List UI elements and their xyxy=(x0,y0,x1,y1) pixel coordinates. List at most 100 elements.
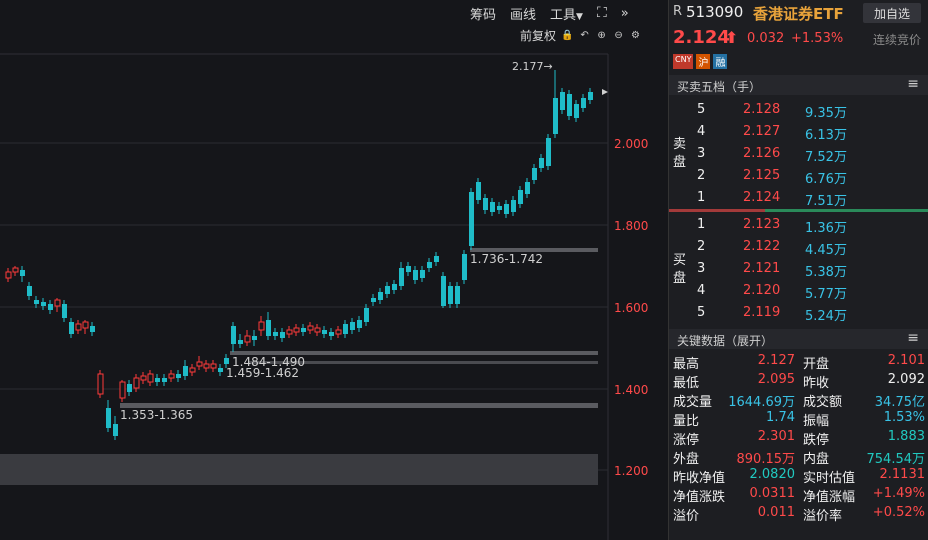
level-volume: 7.52万 xyxy=(805,150,847,165)
tools-menu-label: 工具 xyxy=(550,7,577,23)
fullscreen-icon[interactable]: ⛶ xyxy=(597,5,607,21)
level-volume: 4.45万 xyxy=(805,243,847,258)
range-annotation: 1.459-1.462 xyxy=(226,366,299,380)
candle-body xyxy=(286,329,293,335)
candle-body xyxy=(469,192,474,246)
keydata-value: 1.74 xyxy=(766,410,795,425)
menu-icon[interactable]: ≡ xyxy=(907,330,919,346)
collapse-right-icon[interactable]: » xyxy=(621,6,629,21)
candle-body xyxy=(581,98,586,108)
trading-status: 连续竞价 xyxy=(873,33,922,47)
candle-body xyxy=(168,373,175,379)
add-watchlist-button[interactable]: 加自选 xyxy=(863,3,921,23)
undo-icon[interactable]: ↶ xyxy=(579,30,590,41)
candle-body xyxy=(293,327,300,333)
chart-toolbar: 筹码 画线 工具▼ ⛶ » xyxy=(470,0,668,26)
adjust-mode-button[interactable]: 前复权 xyxy=(520,27,556,44)
lock-icon[interactable]: 🔒 xyxy=(561,30,573,41)
candle-body xyxy=(364,308,369,322)
candle-body xyxy=(588,92,593,100)
candle-body xyxy=(413,270,418,280)
candle-body xyxy=(210,363,217,369)
candle-body xyxy=(350,322,355,330)
level-price: 2.124 xyxy=(743,190,781,205)
bid-row[interactable]: 5 2.119 5.24万 xyxy=(669,302,928,324)
candle-body xyxy=(224,358,229,364)
price-tick-label: 1.600 xyxy=(614,301,648,315)
bid-row[interactable]: 2 2.122 4.45万 xyxy=(669,236,928,258)
menu-icon[interactable]: ≡ xyxy=(907,76,919,92)
keydata-value: +1.49% xyxy=(872,486,925,501)
level-number: 4 xyxy=(697,283,706,298)
keydata-row: 涨停 2.301 跌停 1.883 xyxy=(669,427,928,448)
keydata-value: 1.883 xyxy=(887,429,925,444)
level-volume: 9.35万 xyxy=(805,106,847,121)
keydata-row: 成交量 1644.69万 成交额 34.75亿 xyxy=(669,389,928,410)
candle-body xyxy=(90,326,95,332)
gear-icon[interactable]: ⚙ xyxy=(630,30,641,41)
candle-body xyxy=(258,321,265,331)
keydata-value: 2.127 xyxy=(757,353,795,368)
ask-row[interactable]: 3 2.126 7.52万 xyxy=(669,143,928,165)
level-price: 2.122 xyxy=(743,239,781,254)
price-change-pct: +1.53% xyxy=(791,31,844,46)
ask-row[interactable]: 1 2.124 7.51万 xyxy=(669,187,928,209)
keydata-label: 溢价 xyxy=(673,509,700,524)
keydata-row: 净值涨跌 0.0311 净值涨幅 +1.49% xyxy=(669,484,928,505)
level-price: 2.121 xyxy=(743,261,781,276)
bid-row[interactable]: 1 2.123 1.36万 xyxy=(669,214,928,236)
tools-menu-button[interactable]: 工具▼ xyxy=(550,4,583,23)
price-change: 0.032 xyxy=(747,31,785,46)
ask-row[interactable]: 4 2.127 6.13万 xyxy=(669,121,928,143)
candle-body xyxy=(378,292,383,300)
keydata-row: 量比 1.74 振幅 1.53% xyxy=(669,408,928,429)
candle-body xyxy=(532,168,537,180)
level-price: 2.120 xyxy=(743,283,781,298)
last-price: 2.124 xyxy=(673,27,730,48)
candle-body xyxy=(539,158,544,168)
candle-body xyxy=(176,374,181,378)
bid-row[interactable]: 4 2.120 5.77万 xyxy=(669,280,928,302)
level-number: 3 xyxy=(697,146,706,161)
chip-button[interactable]: 筹码 xyxy=(470,4,496,23)
candle-body xyxy=(244,335,251,343)
kline-chart-area[interactable]: 2.000 1.800 1.600 1.400 1.200 2.177→ 1.7… xyxy=(0,0,668,540)
keydata-row: 最低 2.095 昨收 2.092 xyxy=(669,370,928,391)
candle-body xyxy=(12,267,19,273)
candle-body xyxy=(113,424,118,436)
keydata-row: 昨收净值 2.0820 实时估值 2.1131 xyxy=(669,465,928,486)
keydata-label: 溢价率 xyxy=(803,509,843,524)
ask-row[interactable]: 2 2.125 6.76万 xyxy=(669,165,928,187)
kline-chart[interactable]: 2.000 1.800 1.600 1.400 1.200 2.177→ 1.7… xyxy=(0,0,668,540)
r-badge: R xyxy=(673,4,683,19)
candle-body xyxy=(82,321,89,329)
keydata-value: 2.1131 xyxy=(879,467,926,482)
draw-line-button[interactable]: 画线 xyxy=(510,4,536,23)
candle-body xyxy=(567,94,572,116)
candle-body xyxy=(574,104,579,118)
level-number: 5 xyxy=(697,102,706,117)
bid-row[interactable]: 3 2.121 5.38万 xyxy=(669,258,928,280)
candle-body xyxy=(119,381,126,399)
level-price: 2.123 xyxy=(743,217,781,232)
candle-body xyxy=(307,325,314,331)
candle-body xyxy=(483,198,488,210)
candle-body xyxy=(455,286,460,304)
candle-body xyxy=(155,378,160,382)
high-annotation: 2.177→ xyxy=(512,60,553,73)
chart-subtoolbar: 前复权 🔒 ↶ ⊕ ⊖ ⚙ xyxy=(520,26,668,44)
zoom-in-icon[interactable]: ⊕ xyxy=(596,30,607,41)
keydata-value: 2.101 xyxy=(887,353,925,368)
keydata-header[interactable]: 关键数据（展开） ≡ xyxy=(669,329,928,349)
level-number: 1 xyxy=(697,217,706,232)
candle-body xyxy=(420,270,425,278)
ask-row[interactable]: 5 2.128 9.35万 xyxy=(669,99,928,121)
candle-body xyxy=(266,320,271,336)
sell-pressure-bar xyxy=(669,209,765,212)
candle-body xyxy=(218,368,223,372)
price-tick-label: 1.800 xyxy=(614,219,648,233)
level-price: 2.128 xyxy=(743,102,781,117)
price-tick-label: 2.000 xyxy=(614,137,648,151)
orderbook-header[interactable]: 买卖五档（手） ≡ xyxy=(669,75,928,95)
zoom-out-icon[interactable]: ⊖ xyxy=(613,30,624,41)
